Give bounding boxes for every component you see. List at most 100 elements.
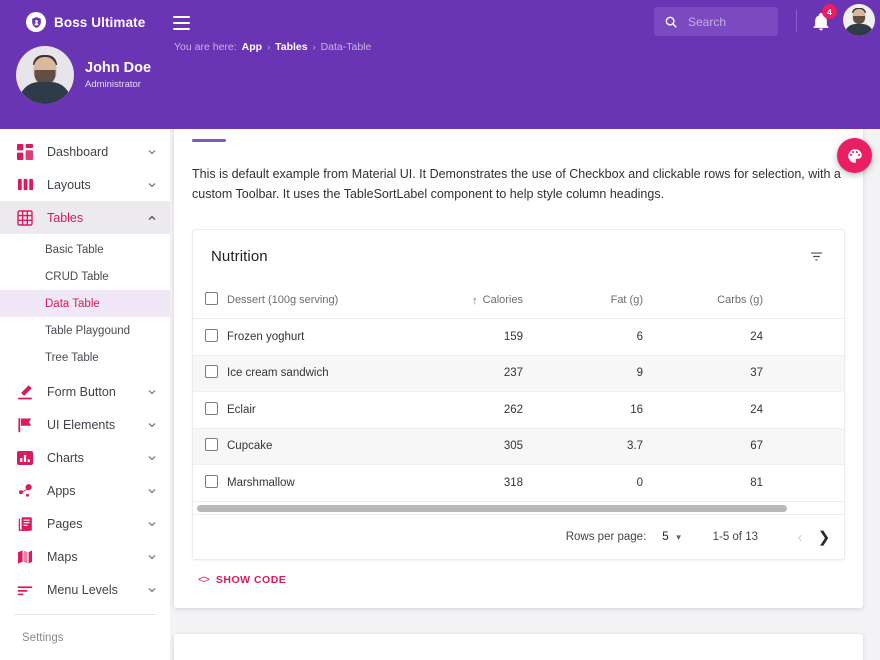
notifications-button[interactable]: 4 bbox=[808, 8, 834, 34]
table-row[interactable]: Ice cream sandwich 237 9 37 bbox=[193, 355, 844, 392]
cell-overflow bbox=[793, 319, 844, 356]
subitem-label: Basic Table bbox=[45, 244, 104, 256]
user-avatar-button[interactable] bbox=[843, 4, 875, 36]
advanced-data-table-card: Advanced Data Table bbox=[174, 634, 863, 660]
sidebar-item-label: Pages bbox=[47, 517, 146, 531]
cell-overflow bbox=[793, 465, 844, 502]
cell-overflow bbox=[793, 355, 844, 392]
notification-badge: 4 bbox=[822, 4, 837, 19]
search-input[interactable]: Search bbox=[654, 7, 778, 36]
chevron-right-icon[interactable]: ❯ bbox=[812, 525, 836, 549]
sidebar-subitem-table-playground[interactable]: Table Playgound bbox=[0, 317, 170, 344]
chevron-left-icon[interactable]: ‹ bbox=[788, 525, 812, 549]
sidebar-item-maps[interactable]: Maps bbox=[0, 540, 170, 573]
show-code-button[interactable]: <> SHOW CODE bbox=[192, 574, 845, 586]
horizontal-scrollbar[interactable] bbox=[193, 501, 844, 514]
column-header-calories[interactable]: ↑Calories bbox=[433, 283, 553, 319]
profile-role: Administrator bbox=[85, 79, 151, 91]
breadcrumb-item-current: Data-Table bbox=[321, 41, 372, 53]
table-pagination: Rows per page: 5 ▼ 1-5 of 13 ‹ ❯ bbox=[193, 514, 844, 559]
chevron-down-icon bbox=[146, 452, 158, 464]
sidebar-item-menu-levels[interactable]: Menu Levels bbox=[0, 573, 170, 606]
select-all-checkbox[interactable] bbox=[205, 292, 218, 305]
table-row[interactable]: Marshmallow 318 0 81 bbox=[193, 465, 844, 502]
palette-icon bbox=[846, 147, 864, 165]
chevron-down-icon: ▼ bbox=[675, 533, 683, 542]
row-select-cell bbox=[193, 392, 227, 429]
sidebar-item-tables[interactable]: Tables bbox=[0, 201, 170, 234]
column-header-dessert[interactable]: Dessert (100g serving) bbox=[227, 283, 433, 319]
sidebar-item-apps[interactable]: Apps bbox=[0, 474, 170, 507]
subitem-label: Table Playgound bbox=[45, 325, 130, 337]
row-checkbox[interactable] bbox=[205, 329, 218, 342]
cell-overflow bbox=[793, 392, 844, 429]
subitem-label: Data Table bbox=[45, 298, 100, 310]
column-header-fat[interactable]: Fat (g) bbox=[553, 283, 673, 319]
sidebar-item-ui-elements[interactable]: UI Elements bbox=[0, 408, 170, 441]
chevron-down-icon bbox=[146, 419, 158, 431]
scrollbar-thumb[interactable] bbox=[197, 505, 787, 512]
table-row[interactable]: Cupcake 305 3.7 67 bbox=[193, 428, 844, 465]
sidebar-item-pages[interactable]: Pages bbox=[0, 507, 170, 540]
hamburger-icon[interactable] bbox=[173, 12, 199, 34]
row-select-cell bbox=[193, 428, 227, 465]
breadcrumb-item-app[interactable]: App bbox=[242, 41, 262, 53]
row-checkbox[interactable] bbox=[205, 438, 218, 451]
cell-fat: 3.7 bbox=[553, 428, 673, 465]
sidebar-item-dashboard[interactable]: Dashboard bbox=[0, 135, 170, 168]
rows-per-page-label: Rows per page: bbox=[566, 531, 647, 543]
table-row[interactable]: Frozen yoghurt 159 6 24 bbox=[193, 319, 844, 356]
avatar bbox=[16, 46, 74, 104]
theme-settings-fab[interactable] bbox=[837, 138, 872, 173]
show-code-label: SHOW CODE bbox=[216, 574, 286, 586]
sidebar-subitem-basic-table[interactable]: Basic Table bbox=[0, 236, 170, 263]
rows-per-page-value: 5 bbox=[662, 531, 668, 543]
sidebar-item-charts[interactable]: Charts bbox=[0, 441, 170, 474]
sidebar-subitem-crud-table[interactable]: CRUD Table bbox=[0, 263, 170, 290]
dashboard-icon bbox=[16, 143, 34, 161]
chevron-up-icon bbox=[146, 212, 158, 224]
page-description: This is default example from Material UI… bbox=[192, 164, 845, 205]
nutrition-table: Dessert (100g serving) ↑Calories Fat (g)… bbox=[193, 283, 844, 502]
row-checkbox[interactable] bbox=[205, 402, 218, 415]
cell-dessert: Ice cream sandwich bbox=[227, 355, 433, 392]
table-row[interactable]: Eclair 262 16 24 bbox=[193, 392, 844, 429]
rows-per-page-select[interactable]: 5 ▼ bbox=[662, 531, 682, 543]
maps-icon bbox=[16, 548, 34, 566]
sidebar-subitem-tree-table[interactable]: Tree Table bbox=[0, 344, 170, 371]
profile-block[interactable]: John Doe Administrator bbox=[0, 32, 170, 104]
basic-data-table-card: Basic Data Table This is default example… bbox=[174, 129, 863, 608]
cell-carbs: 37 bbox=[673, 355, 793, 392]
layouts-icon bbox=[16, 176, 34, 194]
code-brackets-icon: <> bbox=[198, 574, 209, 586]
brand-name: Boss Ultimate bbox=[54, 15, 145, 30]
cell-calories: 305 bbox=[433, 428, 553, 465]
chevron-down-icon bbox=[146, 518, 158, 530]
sidebar-item-form-button[interactable]: Form Button bbox=[0, 375, 170, 408]
menu-levels-icon bbox=[16, 581, 34, 599]
cell-fat: 16 bbox=[553, 392, 673, 429]
row-checkbox[interactable] bbox=[205, 475, 218, 488]
select-all-cell bbox=[193, 283, 227, 319]
table-scroll-area[interactable]: Dessert (100g serving) ↑Calories Fat (g)… bbox=[193, 283, 844, 502]
breadcrumb-separator-icon: › bbox=[267, 42, 270, 52]
search-placeholder: Search bbox=[688, 15, 726, 29]
column-header-carbs[interactable]: Carbs (g) bbox=[673, 283, 793, 319]
row-checkbox[interactable] bbox=[205, 365, 218, 378]
cell-calories: 159 bbox=[433, 319, 553, 356]
cell-fat: 9 bbox=[553, 355, 673, 392]
sidebar-item-label: UI Elements bbox=[47, 418, 146, 432]
chevron-down-icon bbox=[146, 584, 158, 596]
row-select-cell bbox=[193, 355, 227, 392]
sidebar-item-settings[interactable]: Settings bbox=[0, 615, 170, 646]
filter-list-icon[interactable] bbox=[805, 245, 828, 268]
brand[interactable]: Boss Ultimate bbox=[0, 0, 170, 32]
breadcrumb-item-tables[interactable]: Tables bbox=[275, 41, 307, 53]
apps-icon bbox=[16, 482, 34, 500]
chevron-down-icon bbox=[146, 551, 158, 563]
sidebar-subitem-data-table[interactable]: Data Table bbox=[0, 290, 170, 317]
title-underline bbox=[192, 139, 226, 142]
sidebar-item-layouts[interactable]: Layouts bbox=[0, 168, 170, 201]
table-body: Frozen yoghurt 159 6 24 Ice cream sandwi… bbox=[193, 319, 844, 502]
cell-dessert: Frozen yoghurt bbox=[227, 319, 433, 356]
